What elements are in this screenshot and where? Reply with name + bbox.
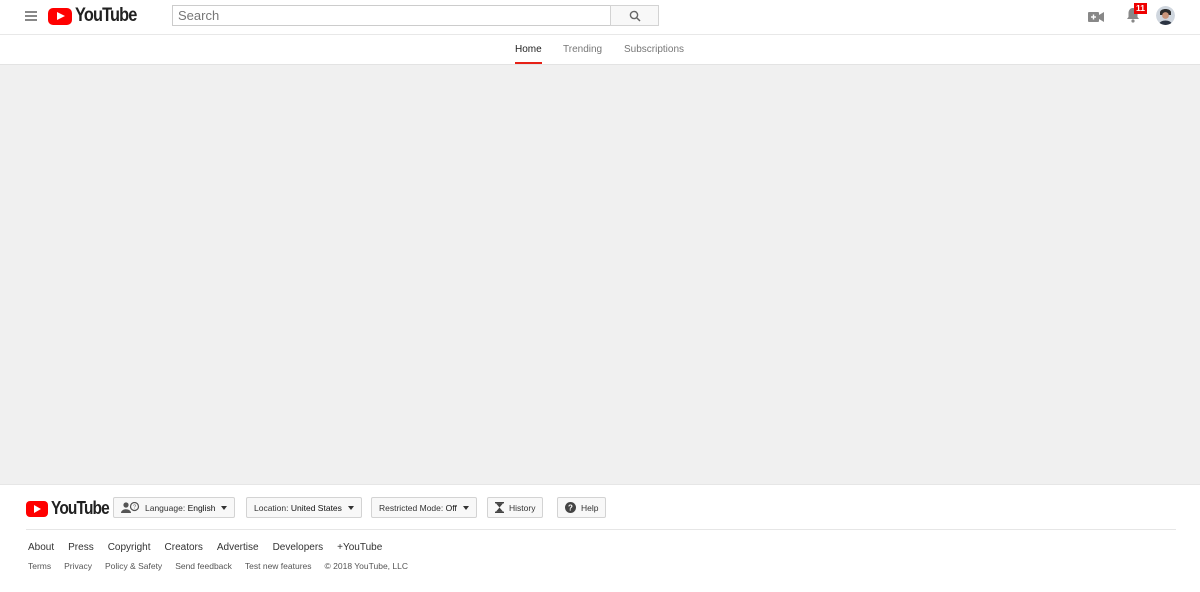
footer-link-advertise[interactable]: Advertise xyxy=(217,542,259,553)
language-value: English xyxy=(187,502,216,513)
logo-text: YouTube xyxy=(75,5,137,26)
youtube-logo-icon xyxy=(48,7,72,25)
footer-link-creators[interactable]: Creators xyxy=(165,542,203,553)
language-icon: ? xyxy=(121,502,140,513)
search-form xyxy=(172,5,659,26)
footer-link-press[interactable]: Press xyxy=(68,542,94,553)
main-content xyxy=(0,65,1200,484)
chevron-down-icon xyxy=(462,505,469,510)
footer: YouTube ? Language: English Location: Un… xyxy=(0,484,1200,592)
search-button[interactable] xyxy=(610,5,659,26)
restricted-mode-label: Restricted Mode: xyxy=(379,502,444,513)
search-icon xyxy=(629,10,641,22)
restricted-mode-button[interactable]: Restricted Mode: Off xyxy=(371,497,477,518)
footer-link-terms[interactable]: Terms xyxy=(28,561,51,571)
menu-icon[interactable] xyxy=(22,9,40,25)
search-input[interactable] xyxy=(172,5,610,26)
footer-link-send-feedback[interactable]: Send feedback xyxy=(175,561,232,571)
location-value: United States xyxy=(290,502,342,513)
history-label: History xyxy=(509,502,536,513)
language-label: Language: xyxy=(145,502,186,513)
svg-text:?: ? xyxy=(568,503,573,512)
tab-subscriptions[interactable]: Subscriptions xyxy=(624,44,684,55)
footer-primary-links: About Press Copyright Creators Advertise… xyxy=(28,542,396,553)
location-label: Location: xyxy=(254,502,289,513)
help-button[interactable]: ? Help xyxy=(557,497,607,518)
footer-secondary-links: Terms Privacy Policy & Safety Send feedb… xyxy=(28,561,421,571)
notification-count-badge: 11 xyxy=(1134,3,1147,14)
location-picker-button[interactable]: Location: United States xyxy=(246,497,362,518)
tab-trending[interactable]: Trending xyxy=(563,44,602,55)
history-button[interactable]: History xyxy=(487,497,544,518)
help-label: Help xyxy=(581,502,599,513)
active-tab-indicator xyxy=(515,62,542,64)
feed-tabs: Home Trending Subscriptions xyxy=(0,34,1200,65)
hourglass-icon xyxy=(495,502,504,513)
youtube-logo[interactable]: YouTube xyxy=(48,5,146,26)
footer-link-policy-safety[interactable]: Policy & Safety xyxy=(105,561,162,571)
footer-link-developers[interactable]: Developers xyxy=(273,542,324,553)
footer-logo-text: YouTube xyxy=(51,498,110,518)
footer-link-privacy[interactable]: Privacy xyxy=(64,561,92,571)
youtube-logo-icon xyxy=(26,500,48,517)
help-icon: ? xyxy=(565,502,576,513)
tab-home[interactable]: Home xyxy=(515,44,542,55)
copyright-text: © 2018 YouTube, LLC xyxy=(324,561,408,571)
video-camera-icon xyxy=(1088,12,1104,22)
restricted-mode-value: Off xyxy=(445,502,457,513)
footer-youtube-logo[interactable]: YouTube xyxy=(26,498,118,519)
chevron-down-icon xyxy=(347,505,354,510)
footer-link-copyright[interactable]: Copyright xyxy=(108,542,151,553)
footer-link-test-new-features[interactable]: Test new features xyxy=(245,561,312,571)
footer-link-about[interactable]: About xyxy=(28,542,54,553)
footer-link-plus-youtube[interactable]: +YouTube xyxy=(337,542,382,553)
masthead: YouTube 11 xyxy=(0,0,1200,34)
upload-video-button[interactable] xyxy=(1088,10,1104,22)
chevron-down-icon xyxy=(221,505,228,510)
svg-text:?: ? xyxy=(133,505,136,511)
language-picker-button[interactable]: ? Language: English xyxy=(113,497,236,518)
footer-divider xyxy=(26,529,1176,530)
avatar[interactable] xyxy=(1156,6,1175,25)
